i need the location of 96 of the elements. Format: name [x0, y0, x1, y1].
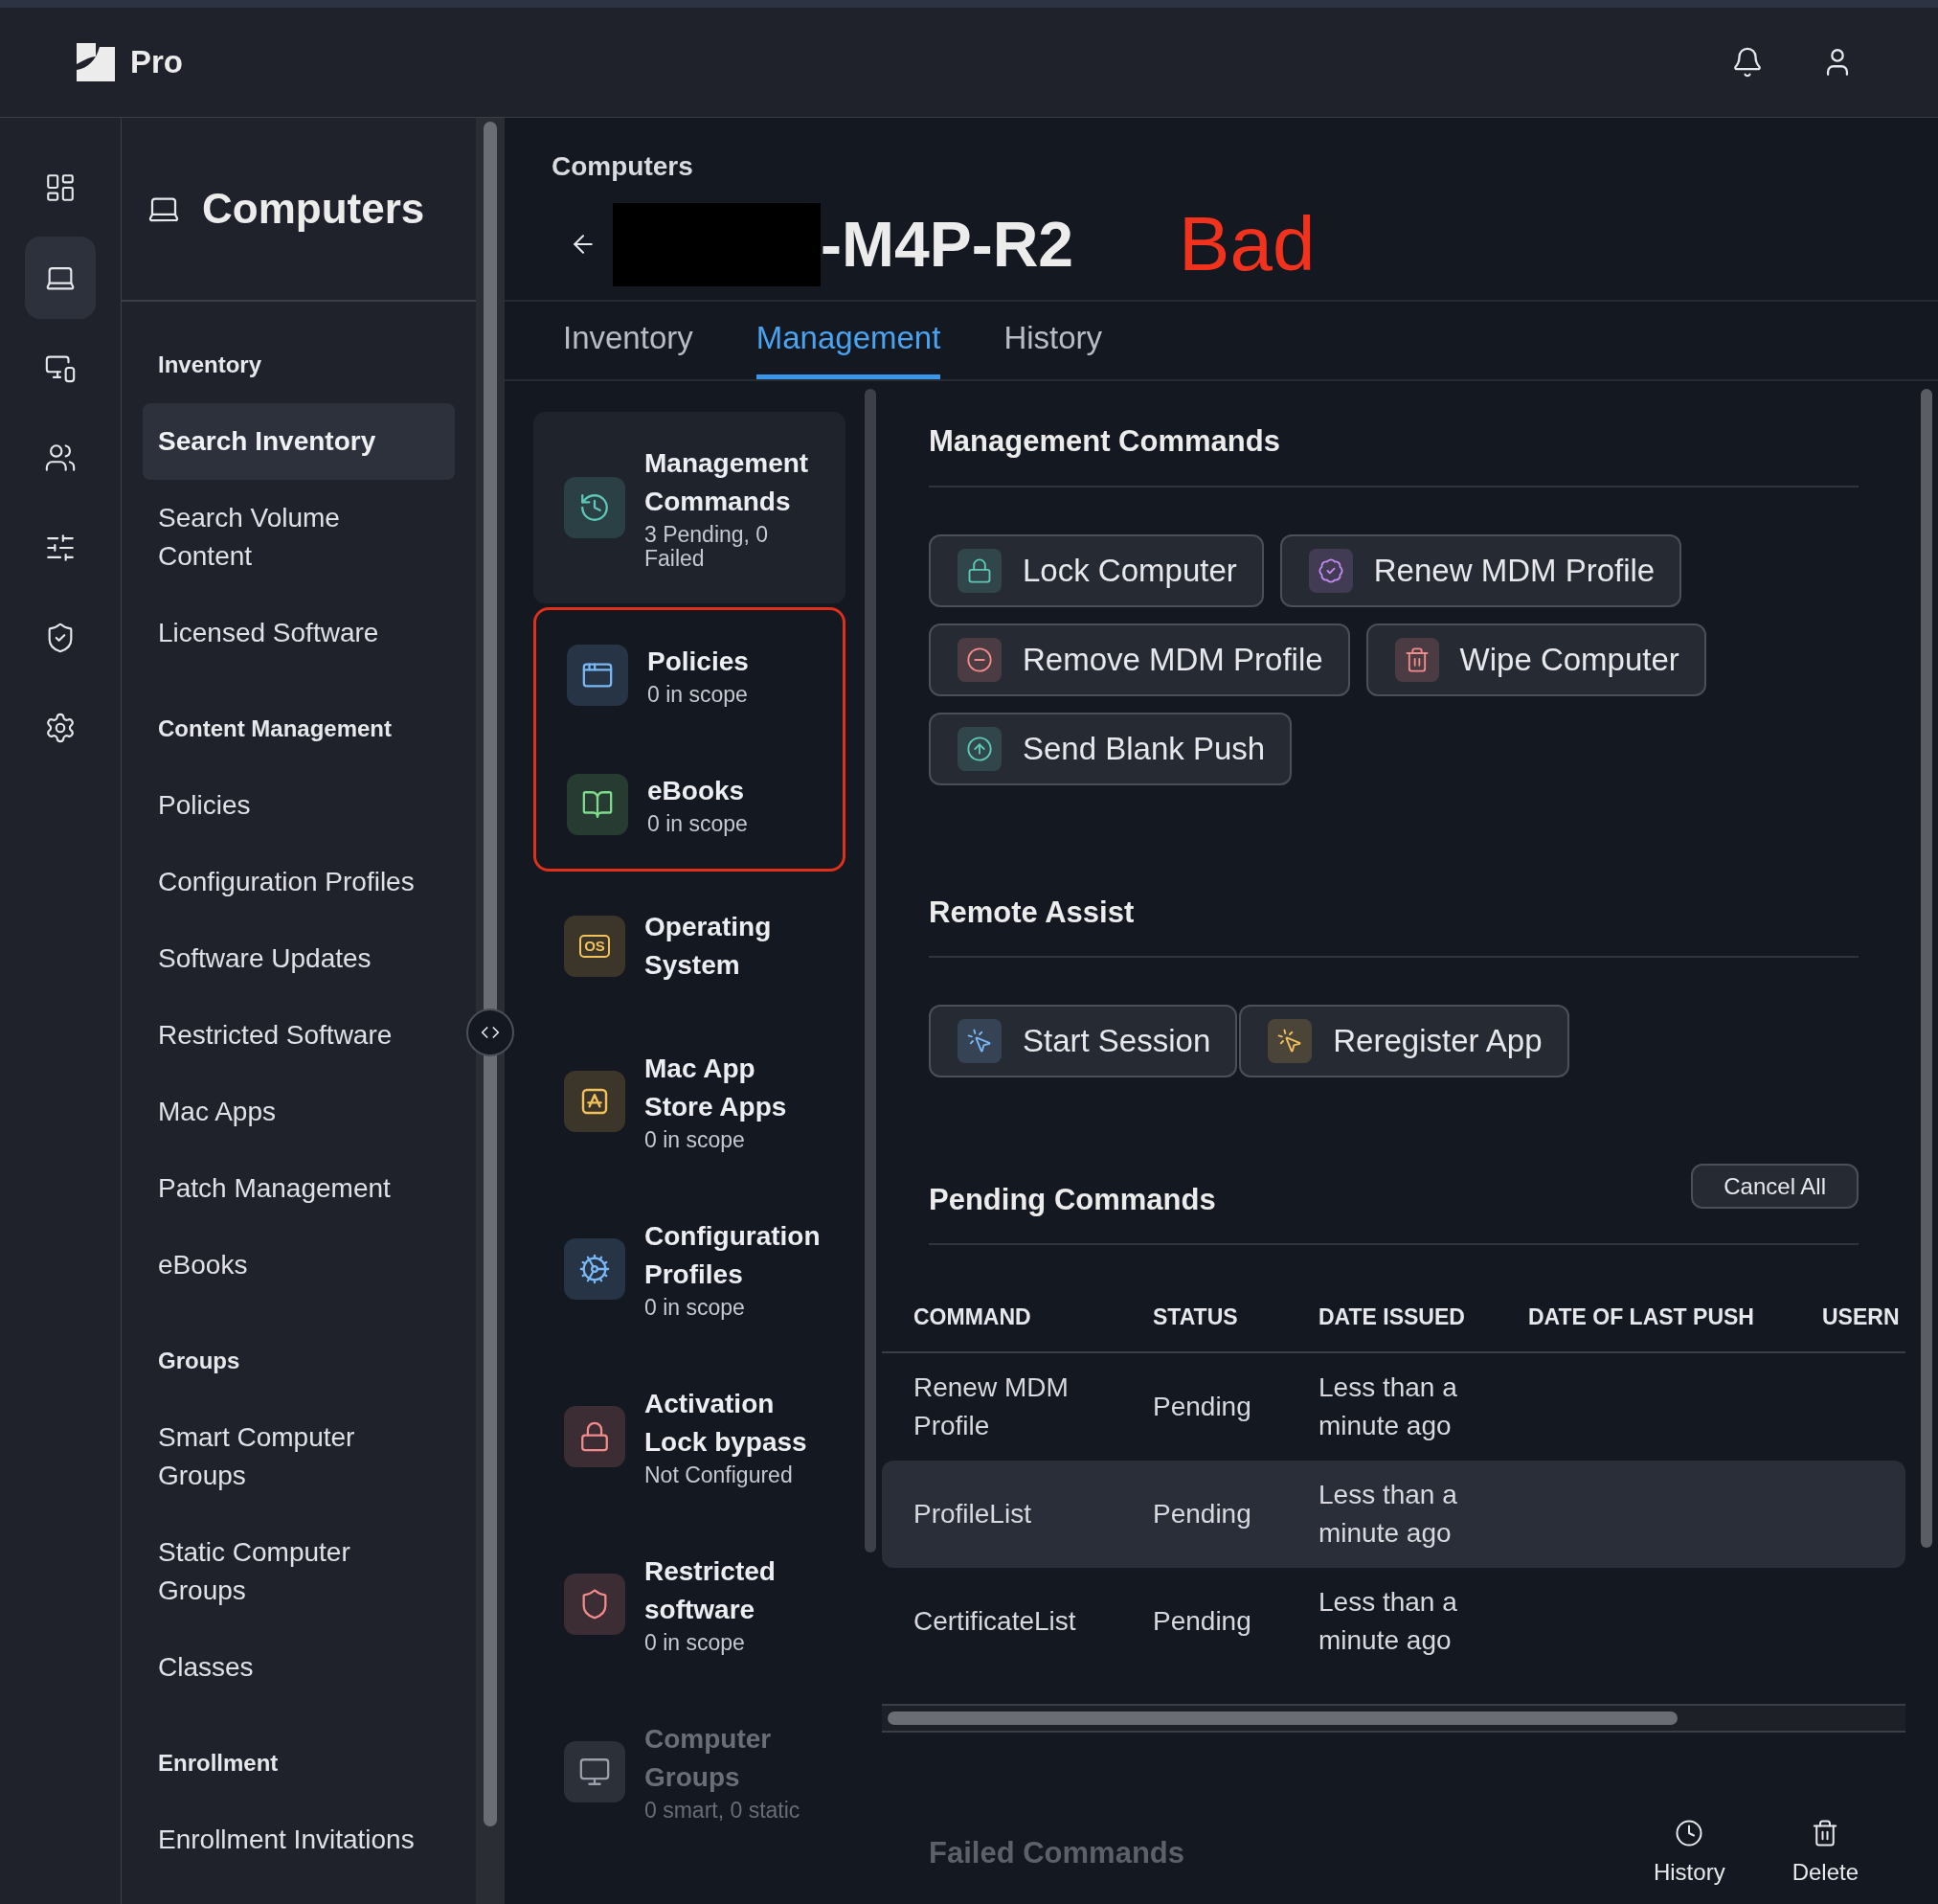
table-cell-text: Pending [1153, 1390, 1252, 1423]
logo-icon [75, 41, 117, 83]
category-title: Activation Lock bypass [644, 1388, 808, 1459]
category-title: Configuration Profiles [644, 1220, 821, 1291]
clock-icon [1675, 1818, 1704, 1847]
category-subtitle: 0 in scope [644, 1128, 746, 1152]
category-subtitle: 3 Pending, 0 Failed [644, 523, 770, 571]
scrollbar-thumb[interactable] [865, 389, 876, 1553]
table-cell-text: ProfileList [913, 1497, 1032, 1530]
column-header: DATE ISSUED [1318, 1303, 1466, 1331]
rail-button[interactable] [25, 237, 96, 319]
section-title: Pending Commands [929, 1181, 1216, 1218]
settings-icon [44, 712, 77, 744]
table-cell-text: Less than a minute ago [1318, 1478, 1458, 1550]
dashboard-icon [44, 171, 77, 204]
category-subtitle: 0 smart, 0 static [644, 1799, 801, 1823]
category-subtitle: 0 in scope [647, 683, 749, 707]
category-title: Restricted software [644, 1555, 777, 1626]
scrollbar-thumb[interactable] [1921, 389, 1932, 1548]
action-button[interactable]: History [1634, 1818, 1745, 1890]
nav-item[interactable]: Policies [143, 767, 455, 844]
column-header: STATUS [1153, 1303, 1239, 1331]
horizontal-scrollbar-thumb[interactable] [888, 1711, 1678, 1725]
table-cell-text: Pending [1153, 1604, 1252, 1638]
nav-title: Computers [202, 184, 425, 234]
breadcrumb: Computers [552, 150, 694, 183]
scrollbar-thumb[interactable] [484, 122, 497, 1826]
nav-section-heading: Content Management [157, 714, 393, 743]
category-card[interactable]: Mac App Store Apps 0 in scope [533, 1017, 845, 1185]
column-header: DATE OF LAST PUSH [1528, 1303, 1755, 1331]
nav-item[interactable]: Patch Management [143, 1150, 455, 1227]
category-card[interactable]: Configuration Profiles 0 in scope [533, 1185, 845, 1352]
command-button[interactable]: Remove MDM Profile [929, 623, 1350, 696]
nav-item[interactable]: Licensed Software [143, 595, 455, 671]
command-button[interactable]: Renew MDM Profile [1279, 533, 1682, 607]
category-title: Management Commands [644, 447, 810, 518]
column-header: USERN [1822, 1303, 1901, 1331]
tab[interactable]: Management [755, 302, 941, 379]
category-card[interactable]: Activation Lock bypass Not Configured [533, 1352, 845, 1520]
table-row[interactable]: CertificateList Pending Less than a minute ago [882, 1567, 1905, 1675]
annotation-text: Bad [1179, 200, 1316, 288]
sliders-icon [44, 532, 77, 564]
table-cell-text: Less than a minute ago [1318, 1371, 1458, 1442]
category-subtitle: 0 in scope [644, 1631, 746, 1655]
nav-item[interactable]: Software Updates [143, 920, 455, 997]
command-button[interactable]: Wipe Computer [1365, 623, 1706, 696]
bell-icon [1731, 46, 1764, 79]
command-button[interactable]: Send Blank Push [929, 712, 1293, 785]
nav-item[interactable]: Search Volume Content [143, 480, 455, 595]
category-card[interactable]: OS Operating System [533, 875, 845, 1017]
command-button[interactable]: Start Session [929, 1005, 1238, 1077]
table-row[interactable]: Renew MDM Profile Pending Less than a minute ago [882, 1352, 1905, 1461]
os-icon: OS [579, 935, 610, 958]
table-cell-text: CertificateList [913, 1604, 1077, 1638]
nav-item[interactable]: Configuration Profiles [143, 844, 455, 920]
nav-item[interactable]: Restricted Software [143, 997, 455, 1074]
table-cell-text: Pending [1153, 1497, 1252, 1530]
category-card[interactable]: Policies 0 in scope [536, 610, 843, 739]
category-card[interactable]: Management Commands 3 Pending, 0 Failed [533, 412, 845, 603]
section-title: Failed Commands [929, 1835, 1184, 1872]
command-button[interactable]: Lock Computer [929, 533, 1264, 607]
section-title: Remote Assist [929, 890, 1859, 958]
table-cell-text: Less than a minute ago [1318, 1585, 1458, 1657]
tab[interactable]: History [1003, 302, 1103, 379]
category-card[interactable]: eBooks 0 in scope [536, 739, 843, 869]
category-subtitle: 0 in scope [647, 812, 748, 836]
command-button[interactable]: Reregister App [1239, 1005, 1569, 1077]
action-button[interactable]: Delete [1772, 1818, 1878, 1890]
category-title: eBooks [647, 775, 746, 807]
category-subtitle: Not Configured [644, 1463, 794, 1487]
nav-item[interactable]: Smart Computer Groups [143, 1399, 455, 1514]
category-title: Policies [647, 646, 749, 678]
category-title: Computer Groups [644, 1723, 773, 1794]
category-title: Operating System [644, 911, 773, 982]
nav-item[interactable]: Static Computer Groups [143, 1514, 455, 1629]
users-icon [44, 442, 77, 474]
category-title: Mac App Store Apps [644, 1053, 788, 1123]
nav-item[interactable]: Enrollment Invitations [143, 1802, 455, 1878]
computer-name: -M4P-R2 [821, 207, 1074, 282]
nav-section-heading: Inventory [157, 351, 263, 379]
nav-item[interactable]: Search Inventory [143, 403, 455, 480]
nav-item[interactable]: eBooks [143, 1227, 455, 1303]
cancel-all-button[interactable]: Cancel All [1691, 1164, 1859, 1209]
nav-section-heading: Enrollment [157, 1749, 280, 1778]
category-subtitle: 0 in scope [644, 1296, 746, 1320]
column-header: COMMAND [913, 1303, 1032, 1331]
collapse-handle[interactable] [466, 1009, 514, 1056]
app-name: Pro [130, 43, 183, 82]
section-title: Management Commands [929, 419, 1859, 487]
nav-section-heading: Groups [157, 1347, 241, 1375]
table-row[interactable]: ProfileList Pending Less than a minute ago [882, 1460, 1905, 1568]
category-card[interactable]: Restricted software 0 in scope [533, 1520, 845, 1688]
table-cell-text: Renew MDM Profile [913, 1371, 1070, 1442]
tab[interactable]: Inventory [563, 302, 693, 379]
nav-item[interactable]: Mac Apps [143, 1074, 455, 1150]
nav-item[interactable]: Classes [143, 1629, 455, 1706]
